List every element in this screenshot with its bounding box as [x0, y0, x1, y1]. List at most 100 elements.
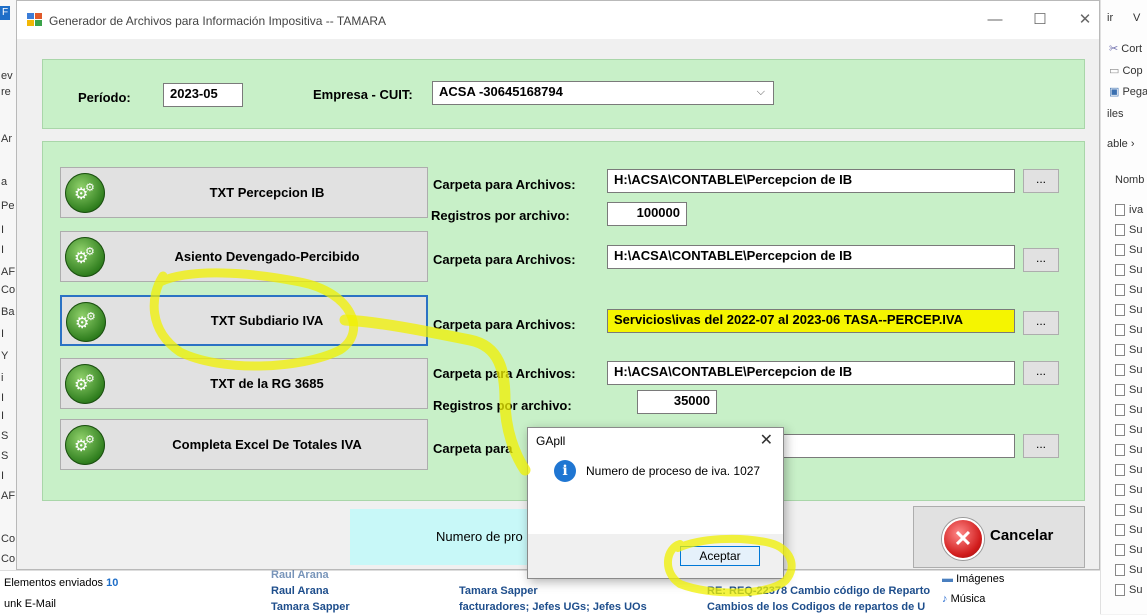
button-label: TXT de la RG 3685 — [210, 376, 324, 391]
file-icon — [1115, 224, 1125, 237]
browse-button[interactable]: ... — [1023, 361, 1059, 385]
file-icon — [1115, 524, 1125, 537]
browse-button[interactable]: ... — [1023, 248, 1059, 272]
explorer-file-item[interactable]: Su — [1115, 484, 1147, 497]
gears-icon: ⚙ ⚙ — [66, 302, 106, 342]
explorer-file-item[interactable]: Su — [1115, 264, 1147, 277]
carpeta-input-percepcion[interactable]: H:\ACSA\CONTABLE\Percepcion de IB — [607, 169, 1015, 193]
txt-subdiario-iva-button[interactable]: ⚙ ⚙ TXT Subdiario IVA — [60, 295, 428, 346]
background-left-text: I — [1, 392, 5, 404]
explorer-file-item[interactable]: Su — [1115, 344, 1147, 357]
maximize-button[interactable]: ☐ — [1029, 9, 1051, 31]
explorer-file-item[interactable]: Su — [1115, 544, 1147, 557]
dialog-close-button[interactable]: ✕ — [760, 430, 773, 450]
background-explorer-window: ir V ✂ Cort ▭ Cop ▣ Pega iles able › Nom… — [1100, 0, 1147, 614]
dialog-message: Numero de proceso de iva. 1027 — [586, 464, 761, 478]
explorer-file-item[interactable]: Su — [1115, 404, 1147, 417]
close-button[interactable]: ✕ — [1074, 9, 1096, 31]
explorer-place-images[interactable]: ▬ Imágenes — [942, 573, 1004, 585]
explorer-breadcrumb[interactable]: able › — [1107, 138, 1135, 150]
empresa-select[interactable]: ACSA -30645168794 ⌵ — [432, 81, 774, 105]
mail-row-from[interactable]: Tamara Sapper — [271, 601, 350, 613]
background-left-text: I — [1, 328, 5, 340]
explorer-file-item[interactable]: Su — [1115, 324, 1147, 337]
registros-input-percepcion[interactable]: 100000 — [607, 202, 687, 226]
background-left-text: Co — [1, 284, 16, 296]
completa-excel-button[interactable]: ⚙ ⚙ Completa Excel De Totales IVA — [60, 419, 428, 470]
explorer-file-item[interactable]: Su — [1115, 384, 1147, 397]
explorer-file-item[interactable]: Su — [1115, 464, 1147, 477]
explorer-group-label: iles — [1107, 108, 1124, 120]
registros-label: Registros por archivo: — [431, 208, 570, 223]
background-left-text: I — [1, 244, 5, 256]
txt-percepcion-ib-button[interactable]: ⚙ ⚙ TXT Percepcion IB — [60, 167, 428, 218]
background-left-text: Pe — [1, 200, 15, 212]
dialog-title: GApll — [536, 434, 566, 448]
background-left-text: re — [1, 86, 11, 98]
asiento-devengado-button[interactable]: ⚙ ⚙ Asiento Devengado-Percibido — [60, 231, 428, 282]
explorer-paste-item[interactable]: ▣ Pega — [1109, 85, 1147, 98]
browse-button[interactable]: ... — [1023, 311, 1059, 335]
carpeta-label: Carpeta para — [433, 441, 513, 456]
carpeta-label: Carpeta para Archivos: — [433, 252, 576, 267]
mail-row-to[interactable]: Tamara Sapper — [459, 585, 538, 597]
explorer-file-item[interactable]: iva — [1115, 204, 1147, 217]
carpeta-input-asiento[interactable]: H:\ACSA\CONTABLE\Percepcion de IB — [607, 245, 1015, 269]
file-icon — [1115, 444, 1125, 457]
copy-icon: ▭ — [1109, 65, 1120, 77]
background-left-text: Y — [1, 350, 9, 362]
mail-row-from[interactable]: Raul Arana — [271, 585, 329, 597]
explorer-file-item[interactable]: Su — [1115, 224, 1147, 237]
explorer-file-item[interactable]: Su — [1115, 284, 1147, 297]
mail-folder-sent[interactable]: Elementos enviados 10 — [4, 577, 118, 589]
file-icon — [1115, 364, 1125, 377]
explorer-file-item[interactable]: Su — [1115, 444, 1147, 457]
explorer-file-item[interactable]: Su — [1115, 584, 1147, 597]
mail-row-subject[interactable]: Cambios de los Codigos de repartos de U — [707, 601, 925, 613]
background-left-text: i — [1, 372, 4, 384]
minimize-button[interactable]: — — [984, 9, 1006, 31]
browse-button[interactable]: ... — [1023, 169, 1059, 193]
periodo-label: Período: — [78, 90, 131, 105]
periodo-input[interactable]: 2023-05 — [163, 83, 243, 107]
explorer-file-item[interactable]: Su — [1115, 504, 1147, 517]
carpeta-input-subdiario[interactable]: Servicios\ivas del 2022-07 al 2023-06 TA… — [607, 309, 1015, 333]
file-icon — [1115, 484, 1125, 497]
file-icon — [1115, 204, 1125, 217]
txt-rg-3685-button[interactable]: ⚙ ⚙ TXT de la RG 3685 — [60, 358, 428, 409]
registros-input-rg3685[interactable]: 35000 — [637, 390, 717, 414]
explorer-file-item[interactable]: Su — [1115, 364, 1147, 377]
mail-row-to[interactable]: facturadores; Jefes UGs; Jefes UOs — [459, 601, 647, 613]
mail-row-subject[interactable]: RE: REQ-22378 Cambio código de Reparto — [707, 585, 930, 597]
explorer-file-item[interactable]: Su — [1115, 304, 1147, 317]
explorer-copy-item[interactable]: ▭ Cop — [1109, 64, 1143, 77]
file-icon — [1115, 384, 1125, 397]
explorer-place-music[interactable]: ♪ Música — [942, 593, 985, 605]
background-left-text: ev — [1, 70, 13, 82]
background-left-badge: F — [0, 6, 10, 20]
cancel-button[interactable]: ✕ Cancelar — [913, 506, 1085, 568]
title-bar[interactable]: Generador de Archivos para Información I… — [17, 1, 1099, 39]
message-dialog: GApll ✕ i Numero de proceso de iva. 1027… — [527, 427, 784, 579]
explorer-file-item[interactable]: Su — [1115, 244, 1147, 257]
app-icon — [27, 13, 43, 27]
paste-icon: ▣ — [1109, 86, 1120, 98]
carpeta-label: Carpeta para Archivos: — [433, 317, 576, 332]
file-icon — [1115, 304, 1125, 317]
background-left-text: I — [1, 410, 5, 422]
explorer-file-item[interactable]: Su — [1115, 524, 1147, 537]
browse-button[interactable]: ... — [1023, 434, 1059, 458]
carpeta-input-rg3685[interactable]: H:\ACSA\CONTABLE\Percepcion de IB — [607, 361, 1015, 385]
explorer-column-name[interactable]: Nomb — [1115, 174, 1144, 186]
status-text: Numero de pro — [436, 529, 523, 544]
mail-folder-junk[interactable]: unk E-Mail — [4, 598, 56, 610]
file-icon — [1115, 344, 1125, 357]
explorer-menu-item[interactable]: ir — [1107, 12, 1113, 24]
file-icon — [1115, 544, 1125, 557]
explorer-menu-item[interactable]: V — [1133, 12, 1140, 24]
explorer-file-item[interactable]: Su — [1115, 564, 1147, 577]
aceptar-button[interactable]: Aceptar — [680, 546, 760, 566]
background-left-text: S — [1, 450, 9, 462]
explorer-file-item[interactable]: Su — [1115, 424, 1147, 437]
explorer-cut-item[interactable]: ✂ Cort — [1109, 42, 1142, 55]
